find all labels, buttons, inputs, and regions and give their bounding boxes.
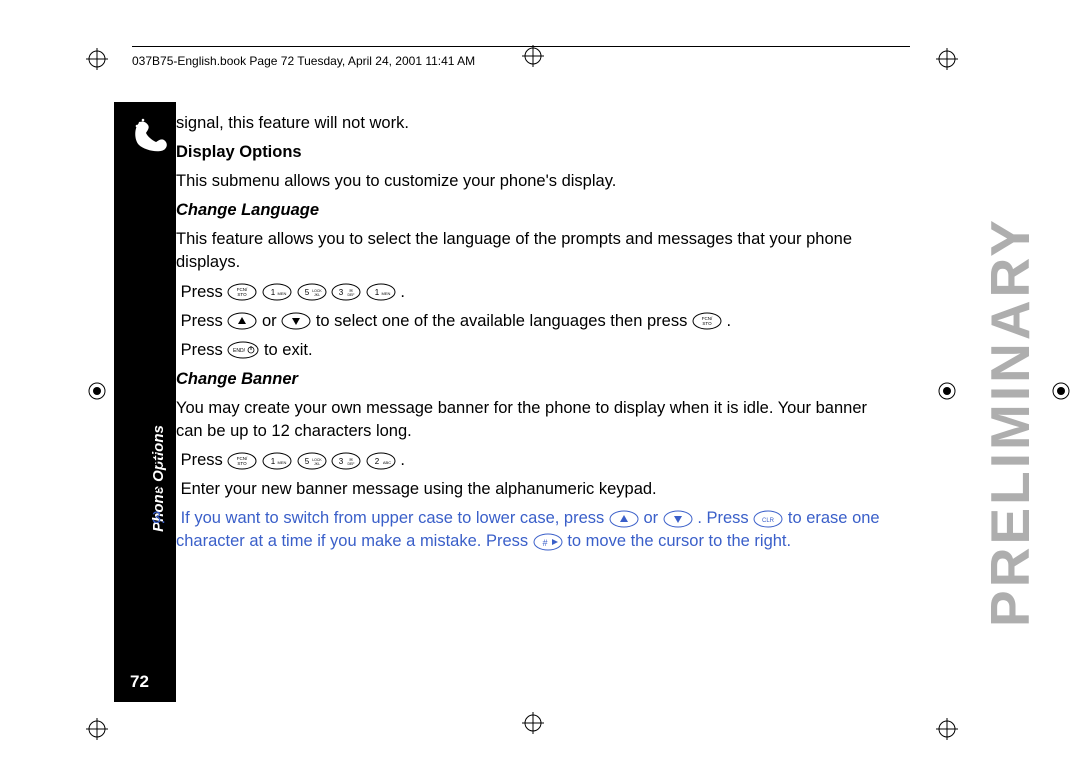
step-text: Press: [181, 451, 228, 469]
step-number: 3.: [152, 507, 176, 530]
step-number: 1.: [152, 449, 176, 472]
svg-text:CLR: CLR: [762, 518, 775, 524]
step-item: 2. Press or to select one of the availab…: [176, 310, 891, 333]
svg-text:1: 1: [271, 288, 276, 297]
step-text: Enter your new banner message using the …: [181, 480, 657, 498]
heading-display-options: Display Options: [176, 141, 891, 164]
svg-text:MEN: MEN: [278, 291, 287, 296]
body-text: This feature allows you to select the la…: [176, 228, 891, 274]
preliminary-watermark: PRELIMINARY: [978, 217, 1042, 627]
registration-mark-icon: [86, 380, 108, 402]
svg-text:2: 2: [375, 457, 380, 466]
registration-mark-icon: [936, 380, 958, 402]
svg-text:MEN: MEN: [278, 460, 287, 465]
svg-text:1: 1: [375, 288, 380, 297]
step-text: Press: [181, 283, 228, 301]
key-3-icon: 3✉DEF: [331, 283, 361, 301]
step-number: 1.: [152, 281, 176, 304]
registration-mark-icon: [936, 48, 958, 70]
svg-text:JKL: JKL: [314, 293, 320, 297]
heading-change-language: Change Language: [176, 199, 891, 222]
svg-text:DEF: DEF: [348, 293, 355, 297]
page-number: 72: [130, 672, 149, 692]
svg-text:ABC: ABC: [383, 460, 391, 465]
header-path: 037B75-English.book Page 72 Tuesday, Apr…: [132, 54, 475, 68]
svg-text:JKL: JKL: [314, 462, 320, 466]
svg-text:MEN: MEN: [381, 291, 390, 296]
svg-text:3: 3: [339, 288, 344, 297]
svg-text:STO: STO: [238, 292, 248, 297]
registration-mark-icon: [522, 712, 544, 739]
svg-text:#: #: [542, 538, 547, 548]
svg-text:END/: END/: [233, 348, 246, 354]
key-3-icon: 3✉DEF: [331, 452, 361, 470]
svg-text:STO: STO: [238, 461, 248, 466]
key-1-icon: 1MEN: [262, 283, 292, 301]
header-rule: [132, 46, 910, 47]
key-5-icon: 5LOCKJKL: [297, 452, 327, 470]
key-5-icon: 5LOCKJKL: [297, 283, 327, 301]
step-item: 3. If you want to switch from upper case…: [176, 507, 891, 553]
registration-mark-icon: [936, 718, 958, 740]
key-clr-icon: CLR: [753, 510, 783, 528]
key-1-icon: 1MEN: [366, 283, 396, 301]
step-text: to move the cursor to the right.: [567, 532, 791, 550]
svg-text:3: 3: [339, 457, 344, 466]
svg-text:DEF: DEF: [348, 462, 355, 466]
key-2-icon: 2ABC: [366, 452, 396, 470]
step-text: .: [400, 283, 405, 301]
step-text: to select one of the available languages…: [316, 312, 692, 330]
sidebar-black-bar: [114, 102, 176, 702]
key-fcn-icon: FCN/STO: [227, 283, 257, 301]
step-item: 3. Press END/ to exit.: [176, 339, 891, 362]
registration-mark-icon: [522, 45, 544, 72]
step-item: 1. Press FCN/STO 1MEN 5LOCKJKL 3✉DEF 1ME…: [176, 281, 891, 304]
key-down-icon: [281, 312, 311, 330]
key-down-icon: [663, 510, 693, 528]
body-text: You may create your own message banner f…: [176, 397, 891, 443]
registration-mark-icon: [1050, 380, 1072, 402]
step-text: to exit.: [264, 341, 313, 359]
phone-handset-icon: [124, 108, 176, 160]
key-hash-icon: #: [533, 533, 563, 551]
key-1-icon: 1MEN: [262, 452, 292, 470]
step-number: 2.: [152, 310, 176, 333]
step-text: or: [262, 312, 281, 330]
step-number: 2.: [152, 478, 176, 501]
svg-text:STO: STO: [702, 321, 712, 326]
step-text: If you want to switch from upper case to…: [181, 509, 609, 527]
body-text: This submenu allows you to customize you…: [176, 170, 891, 193]
svg-text:5: 5: [304, 288, 309, 297]
key-fcn-icon: FCN/STO: [227, 452, 257, 470]
key-end-icon: END/: [227, 341, 259, 359]
step-text: .: [400, 451, 405, 469]
key-up-icon: [227, 312, 257, 330]
key-fcn-icon: FCN/STO: [692, 312, 722, 330]
registration-mark-icon: [86, 48, 108, 70]
step-item: 1. Press FCN/STO 1MEN 5LOCKJKL 3✉DEF 2AB…: [176, 449, 891, 472]
step-text: . Press: [697, 509, 753, 527]
step-text: Press: [181, 341, 228, 359]
step-number: 3.: [152, 339, 176, 362]
step-text: Press: [181, 312, 228, 330]
step-text: or: [643, 509, 662, 527]
registration-mark-icon: [86, 718, 108, 740]
svg-text:5: 5: [304, 457, 309, 466]
content-column: signal, this feature will not work. Disp…: [176, 112, 891, 560]
step-text: .: [727, 312, 732, 330]
body-text: signal, this feature will not work.: [176, 112, 891, 135]
svg-text:1: 1: [271, 457, 276, 466]
step-item: 2. Enter your new banner message using t…: [176, 478, 891, 501]
key-up-icon: [609, 510, 639, 528]
heading-change-banner: Change Banner: [176, 368, 891, 391]
